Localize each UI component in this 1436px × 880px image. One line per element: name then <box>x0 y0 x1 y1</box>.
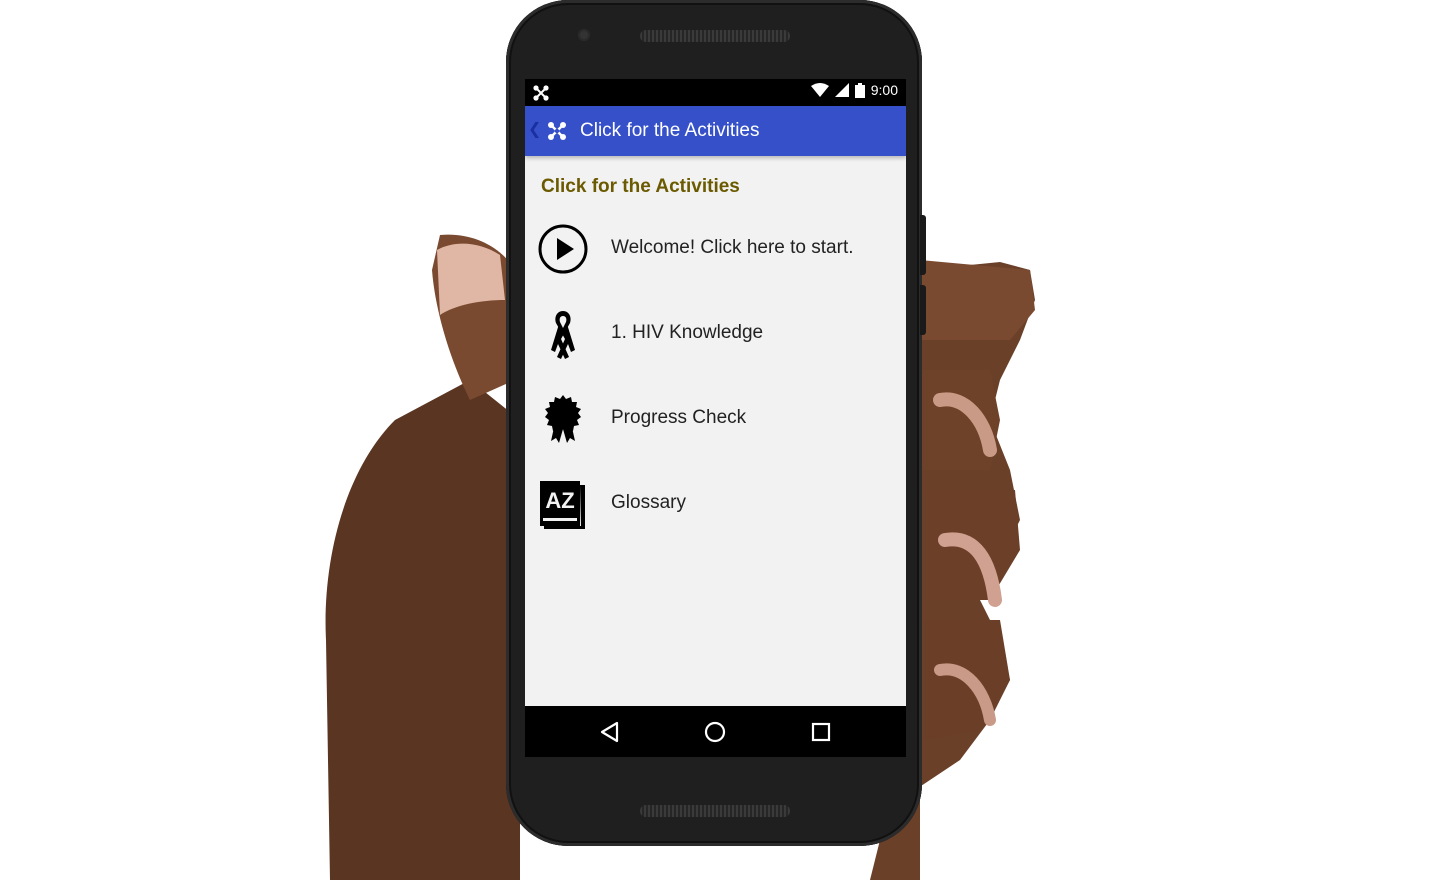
front-camera <box>578 29 590 41</box>
list-item-label: 1. HIV Knowledge <box>611 322 764 343</box>
list-item-label: Progress Check <box>611 407 747 428</box>
section-title: Click for the Activities <box>541 176 740 197</box>
az-book-icon: AZ <box>540 481 585 529</box>
list-item-progress-check[interactable]: Progress Check <box>525 384 906 454</box>
back-triangle-icon[interactable] <box>598 720 622 744</box>
app-notification-icon <box>533 85 549 101</box>
app-bar-title: Click for the Activities <box>580 120 760 141</box>
cell-signal-icon <box>834 83 849 97</box>
up-navigation-icon[interactable]: ❮ <box>528 119 541 139</box>
list-item-label: Glossary <box>611 492 686 513</box>
volume-button <box>920 215 926 275</box>
awareness-ribbon-icon <box>551 311 575 359</box>
battery-icon <box>854 82 865 98</box>
app-bar: ❮ Click for the Activities <box>525 106 906 156</box>
power-button <box>920 285 926 335</box>
status-time: 9:00 <box>870 82 898 98</box>
wifi-icon <box>810 83 829 97</box>
list-item-glossary[interactable]: AZ Glossary <box>525 469 906 539</box>
svg-text:AZ: AZ <box>545 488 574 513</box>
list-item-welcome[interactable]: Welcome! Click here to start. <box>525 214 906 284</box>
status-bar: 9:00 <box>525 79 906 106</box>
phone-screen: 9:00 ❮ Click for the Activities Click fo… <box>525 79 906 757</box>
home-circle-icon[interactable] <box>703 720 727 744</box>
activity-list: Click for the Activities Welcome! Click … <box>525 156 906 706</box>
list-item-label: Welcome! Click here to start. <box>611 237 854 258</box>
system-nav-bar <box>525 706 906 757</box>
recents-square-icon[interactable] <box>809 720 833 744</box>
app-logo-icon <box>548 122 566 140</box>
bottom-speaker <box>640 805 790 817</box>
play-circle-icon <box>538 224 588 274</box>
list-item-hiv-knowledge[interactable]: 1. HIV Knowledge <box>525 299 906 369</box>
rosette-badge-icon <box>545 395 581 443</box>
earpiece-speaker <box>640 30 790 42</box>
